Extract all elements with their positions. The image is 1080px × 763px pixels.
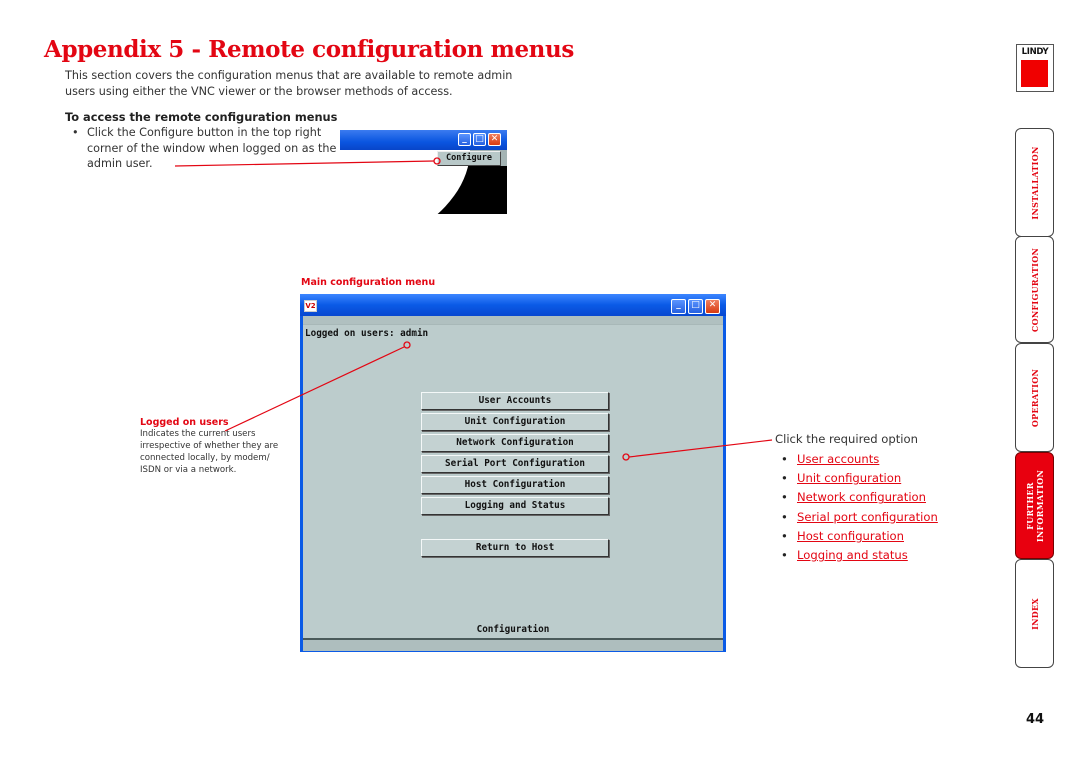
close-icon[interactable]: ✕ — [488, 133, 501, 146]
main-window-caption: Main configuration menu — [301, 277, 436, 288]
vnc-app-icon: V2 — [304, 300, 317, 312]
configure-button[interactable]: Configure — [437, 151, 501, 166]
host-configuration-link[interactable]: Host configuration — [797, 529, 904, 543]
tab-label: INSTALLATION — [1029, 145, 1040, 220]
main-config-window: V2 _ □ ✕ Logged on users: admin User Acc… — [300, 294, 726, 652]
tab-configuration[interactable]: CONFIGURATION — [1015, 236, 1054, 343]
list-item: Host configuration — [775, 527, 938, 546]
window-titlebar[interactable]: V2 _ □ ✕ — [300, 294, 726, 316]
list-item: Logging and status — [775, 546, 938, 565]
logged-on-users-callout: Logged on users Indicates the current us… — [140, 417, 290, 476]
options-callout: Click the required option User accounts … — [775, 432, 938, 565]
screen-footer-label: Configuration — [476, 624, 550, 635]
configure-screenshot: _ □ ✕ Configure — [340, 130, 507, 214]
unit-configuration-button[interactable]: Unit Configuration — [421, 413, 609, 431]
tab-further-information[interactable]: FURTHER INFORMATION — [1015, 452, 1054, 559]
tab-operation[interactable]: OPERATION — [1015, 343, 1054, 452]
lindy-logo-square — [1021, 60, 1048, 87]
window-status-bar — [303, 638, 723, 651]
page-number: 44 — [1026, 712, 1045, 727]
options-lead-text: Click the required option — [775, 432, 918, 446]
bullet-dot: • — [72, 126, 79, 139]
window-client-area: Logged on users: admin User Accounts Uni… — [303, 316, 723, 651]
tab-index[interactable]: INDEX — [1015, 559, 1054, 668]
logging-and-status-button[interactable]: Logging and Status — [421, 497, 609, 515]
close-icon[interactable]: ✕ — [705, 299, 720, 314]
minimize-icon[interactable]: _ — [458, 133, 471, 146]
list-item: Unit configuration — [775, 469, 938, 488]
maximize-icon[interactable]: □ — [473, 133, 486, 146]
instruction-text: Click the Configure button in the top ri… — [87, 126, 337, 170]
logged-on-users-label: Logged on users: admin — [305, 328, 429, 339]
lindy-logo: LINDY — [1016, 44, 1054, 92]
minimize-icon[interactable]: _ — [671, 299, 686, 314]
network-configuration-button[interactable]: Network Configuration — [421, 434, 609, 452]
list-item: Network configuration — [775, 488, 938, 507]
serial-port-configuration-link[interactable]: Serial port configuration — [797, 510, 938, 524]
network-configuration-link[interactable]: Network configuration — [797, 490, 926, 504]
window-controls: _ □ ✕ — [671, 299, 720, 314]
unit-configuration-link[interactable]: Unit configuration — [797, 471, 901, 485]
page-title: Appendix 5 - Remote configuration menus — [44, 36, 574, 63]
tab-installation[interactable]: INSTALLATION — [1015, 128, 1054, 237]
callout-heading: Logged on users — [140, 417, 229, 428]
tab-label: FURTHER INFORMATION — [1024, 469, 1045, 542]
crop-window-controls: _ □ ✕ — [458, 133, 501, 146]
host-configuration-button[interactable]: Host Configuration — [421, 476, 609, 494]
section-subheading: To access the remote configuration menus — [65, 110, 338, 124]
return-to-host-button[interactable]: Return to Host — [421, 539, 609, 557]
tab-label: OPERATION — [1029, 368, 1040, 427]
serial-port-configuration-button[interactable]: Serial Port Configuration — [421, 455, 609, 473]
logging-and-status-link[interactable]: Logging and status — [797, 548, 908, 562]
list-item: Serial port configuration — [775, 508, 938, 527]
instruction-bullet: • Click the Configure button in the top … — [72, 125, 342, 172]
tab-label: INDEX — [1029, 597, 1040, 630]
list-item: User accounts — [775, 450, 938, 469]
maximize-icon[interactable]: □ — [688, 299, 703, 314]
lindy-logo-text: LINDY — [1021, 47, 1049, 57]
options-link-list: User accounts Unit configuration Network… — [775, 450, 938, 565]
tab-label: CONFIGURATION — [1029, 247, 1040, 332]
window-top-strip — [303, 316, 723, 325]
callout-body: Indicates the current users irrespective… — [140, 429, 279, 475]
user-accounts-button[interactable]: User Accounts — [421, 392, 609, 410]
intro-paragraph: This section covers the configuration me… — [65, 69, 513, 98]
user-accounts-link[interactable]: User accounts — [797, 452, 879, 466]
